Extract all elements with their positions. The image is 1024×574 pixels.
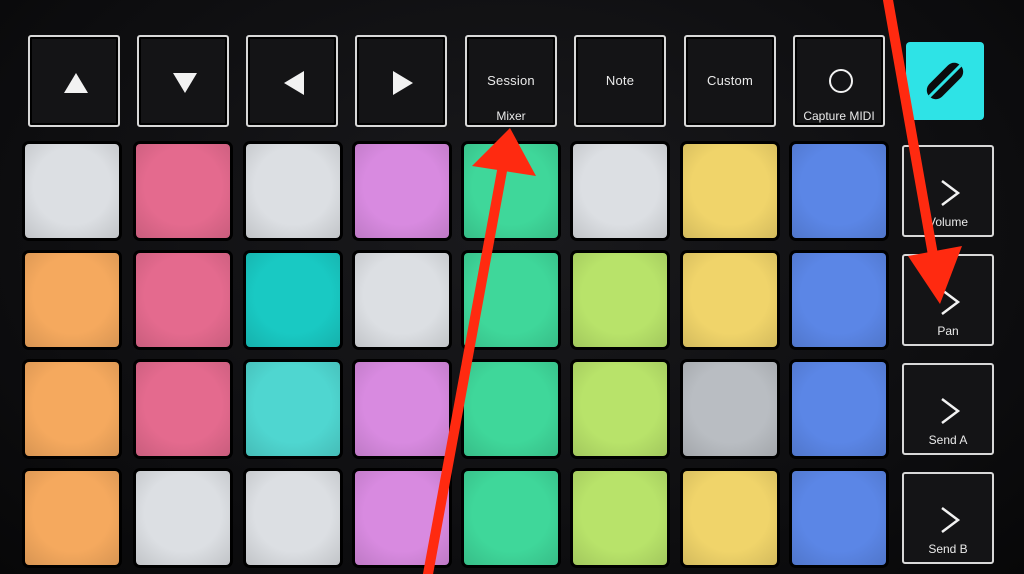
pad-r4-c6[interactable] [573,471,667,565]
pad-r3-c1[interactable] [25,362,119,456]
pad-r4-c8[interactable] [792,471,886,565]
pan-button[interactable]: Pan [902,254,994,346]
pad-r2-c5[interactable] [464,253,558,347]
up-arrow-icon [64,73,88,93]
pad-r2-c7[interactable] [683,253,777,347]
capture-midi-button[interactable]: Capture MIDI [793,35,885,127]
launchpad-device: Session Mixer Note Custom Capture MIDI V… [0,0,1024,574]
pan-label: Pan [937,324,959,338]
left-arrow-icon [284,71,304,95]
pad-r2-c6[interactable] [573,253,667,347]
pad-r1-c5[interactable] [464,144,558,238]
pad-r2-c2[interactable] [136,253,230,347]
pad-r3-c2[interactable] [136,362,230,456]
pad-r1-c8[interactable] [792,144,886,238]
pad-r2-c4[interactable] [355,253,449,347]
down-arrow-button[interactable] [137,35,229,127]
note-button[interactable]: Note [574,35,666,127]
custom-label: Custom [707,73,753,88]
pad-r4-c7[interactable] [683,471,777,565]
pad-r3-c3[interactable] [246,362,340,456]
send-a-button[interactable]: Send A [902,363,994,455]
session-label: Session [487,73,535,88]
note-label: Note [605,73,635,88]
pad-r1-c6[interactable] [573,144,667,238]
pad-r4-c2[interactable] [136,471,230,565]
pad-r2-c8[interactable] [792,253,886,347]
pad-r4-c1[interactable] [25,471,119,565]
pad-r4-c5[interactable] [464,471,558,565]
pad-r3-c4[interactable] [355,362,449,456]
send-b-button[interactable]: Send B [902,472,994,564]
pad-r3-c5[interactable] [464,362,558,456]
pad-r1-c7[interactable] [683,144,777,238]
pad-r3-c8[interactable] [792,362,886,456]
volume-button[interactable]: Volume [902,145,994,237]
volume-label: Volume [927,215,969,229]
send-b-label: Send B [928,542,968,556]
novation-logo-icon [926,62,964,100]
pad-r1-c4[interactable] [355,144,449,238]
right-arrow-button[interactable] [355,35,447,127]
mixer-label: Mixer [496,109,526,123]
capture-midi-label: Capture MIDI [803,109,875,123]
custom-button[interactable]: Custom [684,35,776,127]
pad-r1-c1[interactable] [25,144,119,238]
down-arrow-icon [173,73,197,93]
pad-r2-c3[interactable] [246,253,340,347]
pad-r3-c6[interactable] [573,362,667,456]
pad-r1-c2[interactable] [136,144,230,238]
session-button[interactable]: Session Mixer [465,35,557,127]
right-arrow-icon [393,71,413,95]
pad-r4-c4[interactable] [355,471,449,565]
pad-r3-c7[interactable] [683,362,777,456]
pad-r1-c3[interactable] [246,144,340,238]
send-a-label: Send A [928,433,968,447]
pad-r4-c3[interactable] [246,471,340,565]
left-arrow-button[interactable] [246,35,338,127]
up-arrow-button[interactable] [28,35,120,127]
novation-logo-button[interactable] [906,42,984,120]
pad-r2-c1[interactable] [25,253,119,347]
